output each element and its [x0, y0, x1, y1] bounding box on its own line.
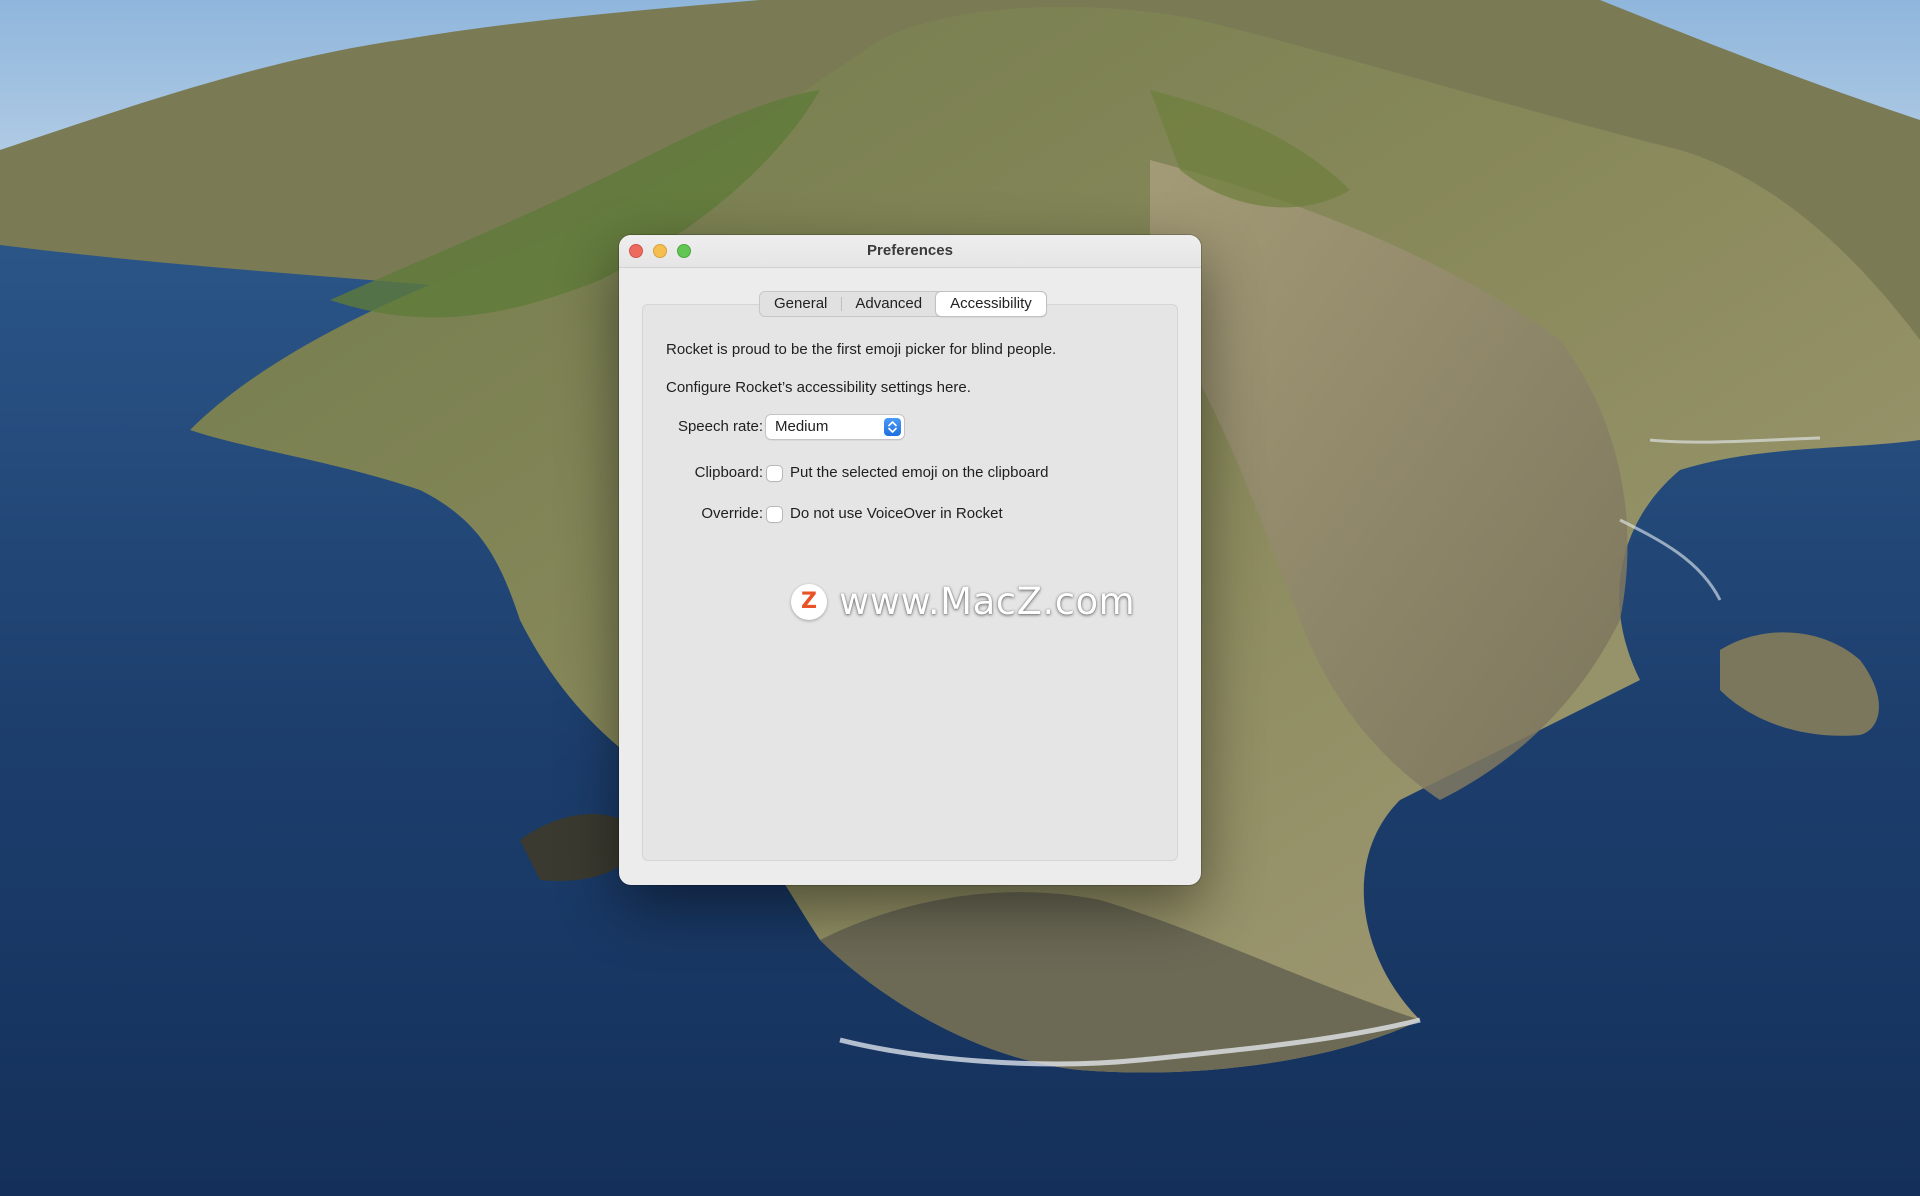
macz-logo-icon: Z — [791, 583, 827, 620]
override-label: Override: — [701, 505, 763, 522]
desktop: Preferences General Advanced Accessibili… — [0, 0, 1920, 1196]
preferences-window: Preferences General Advanced Accessibili… — [619, 235, 1201, 885]
window-titlebar[interactable]: Preferences — [619, 235, 1201, 268]
tab-advanced[interactable]: Advanced — [841, 292, 936, 316]
clipboard-checkbox-label[interactable]: Put the selected emoji on the clipboard — [790, 464, 1049, 481]
speech-rate-label: Speech rate: — [677, 418, 763, 435]
preferences-tab-bar: General Advanced Accessibility — [759, 291, 1047, 317]
speech-rate-value: Medium — [775, 418, 829, 435]
window-title: Preferences — [867, 242, 953, 259]
clipboard-label: Clipboard: — [694, 464, 763, 481]
tab-accessibility[interactable]: Accessibility — [936, 292, 1046, 316]
override-checkbox[interactable] — [767, 507, 782, 522]
watermark-text: www.MacZ.com — [839, 580, 1136, 623]
speech-rate-popup[interactable]: Medium — [766, 415, 904, 439]
intro-text: Rocket is proud to be the first emoji pi… — [666, 341, 1057, 358]
watermark: Z www.MacZ.com — [791, 580, 1135, 623]
tab-general[interactable]: General — [760, 292, 841, 316]
popup-stepper-icon — [884, 418, 901, 436]
configure-text: Configure Rocket’s accessibility setting… — [666, 379, 971, 396]
clipboard-checkbox[interactable] — [767, 466, 782, 481]
override-checkbox-label[interactable]: Do not use VoiceOver in Rocket — [790, 505, 1003, 522]
